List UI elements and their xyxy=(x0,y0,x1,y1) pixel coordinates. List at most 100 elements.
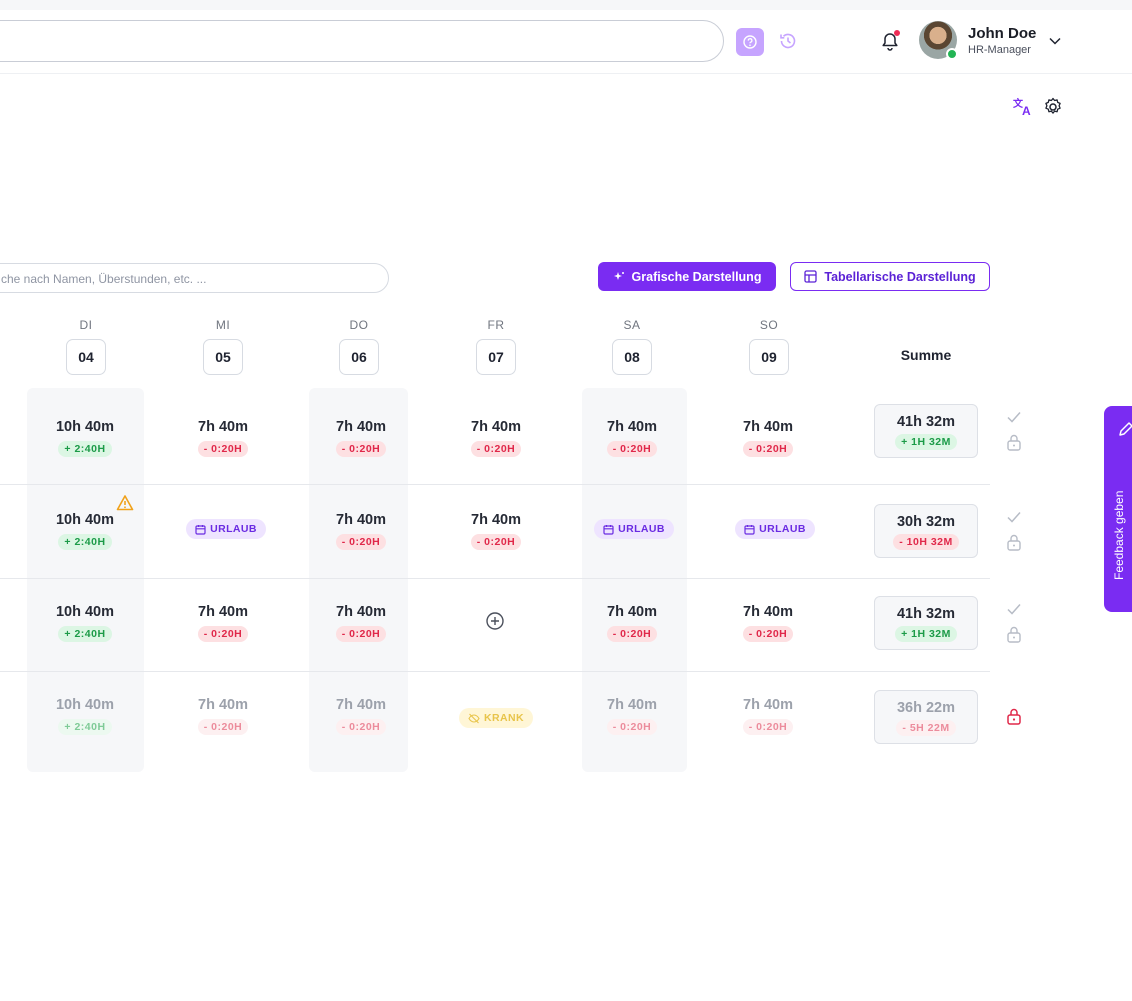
time-cell[interactable]: 7h 40m - 0:20H xyxy=(301,512,421,550)
time-cell: 7h 40m - 0:20H xyxy=(708,697,828,735)
sum-hours: 36h 22m xyxy=(896,700,956,716)
time-cell[interactable]: 7h 40m - 0:20H xyxy=(572,604,692,642)
hours: 7h 40m xyxy=(336,512,386,528)
user-menu-toggle[interactable] xyxy=(1046,32,1064,50)
day-number[interactable]: 07 xyxy=(476,339,516,375)
day-name: DO xyxy=(349,318,369,332)
history-icon xyxy=(780,33,796,49)
user-name[interactable]: John Doe xyxy=(968,25,1036,42)
lock-closed-icon[interactable] xyxy=(1006,707,1022,725)
hours: 7h 40m xyxy=(743,604,793,620)
time-cell[interactable]: 10h 40m + 2:40H xyxy=(25,419,145,457)
delta-badge: - 0:20H xyxy=(335,534,387,550)
hours: 7h 40m xyxy=(336,604,386,620)
time-cell: 10h 40m + 2:40H xyxy=(25,697,145,735)
sum-cell[interactable]: 41h 32m + 1H 32M xyxy=(874,404,978,458)
sum-hours: 41h 32m xyxy=(896,606,956,622)
time-cell[interactable]: 7h 40m - 0:20H xyxy=(436,512,556,550)
row-separator xyxy=(0,484,990,485)
day-number[interactable]: 09 xyxy=(749,339,789,375)
top-strip xyxy=(0,0,1132,10)
sum-cell: 36h 22m - 5H 22M xyxy=(874,690,978,744)
check-icon[interactable] xyxy=(1005,508,1023,526)
delta-badge: + 2:40H xyxy=(58,719,112,735)
check-icon[interactable] xyxy=(1005,600,1023,618)
time-cell[interactable]: 7h 40m - 0:20H xyxy=(436,419,556,457)
time-cell[interactable]: 7h 40m - 0:20H xyxy=(572,419,692,457)
avatar[interactable] xyxy=(919,21,958,60)
delta-badge: - 0:20H xyxy=(742,441,794,457)
time-cell[interactable]: 7h 40m - 0:20H xyxy=(301,419,421,457)
sparkle-icon xyxy=(613,271,624,280)
vacation-cell[interactable]: URLAUB xyxy=(574,519,694,540)
eye-off-icon xyxy=(468,713,480,723)
vacation-tag: URLAUB xyxy=(735,519,815,539)
hours: 7h 40m xyxy=(198,697,248,713)
hours: 7h 40m xyxy=(336,419,386,435)
sick-cell: KRANK xyxy=(436,708,556,729)
sick-label: KRANK xyxy=(484,712,524,724)
delta-badge: - 0:20H xyxy=(197,441,249,457)
hours: 7h 40m xyxy=(607,697,657,713)
day-number[interactable]: 06 xyxy=(339,339,379,375)
settings-icon[interactable] xyxy=(1042,96,1064,118)
history-button[interactable] xyxy=(776,29,800,53)
sum-header: Summe xyxy=(900,347,952,363)
day-header-sa: SA 08 xyxy=(592,318,672,375)
graphic-view-label: Grafische Darstellung xyxy=(631,269,762,284)
hours: 10h 40m xyxy=(55,604,115,620)
day-number[interactable]: 05 xyxy=(203,339,243,375)
delta-badge: - 0:20H xyxy=(335,626,387,642)
table-search-input[interactable]: che nach Namen, Überstunden, etc. ... xyxy=(0,263,389,293)
vacation-label: URLAUB xyxy=(210,523,257,535)
hours: 7h 40m xyxy=(607,604,657,620)
day-header-di: DI 04 xyxy=(46,318,126,375)
time-cell[interactable]: 7h 40m - 0:20H xyxy=(708,419,828,457)
delta-badge: - 0:20H xyxy=(470,534,522,550)
delta-badge: + 2:40H xyxy=(58,534,112,550)
hours: 7h 40m xyxy=(198,419,248,435)
day-header-so: SO 09 xyxy=(729,318,809,375)
graphic-view-button[interactable]: Grafische Darstellung xyxy=(598,262,776,291)
check-icon[interactable] xyxy=(1005,408,1023,426)
vacation-cell[interactable]: URLAUB xyxy=(715,519,835,540)
hours: 7h 40m xyxy=(743,419,793,435)
notifications-button[interactable] xyxy=(878,28,902,54)
day-number[interactable]: 04 xyxy=(66,339,106,375)
sum-delta-badge: + 1H 32M xyxy=(895,626,957,642)
svg-text:A: A xyxy=(1022,104,1031,118)
warning-icon[interactable] xyxy=(116,494,134,512)
delta-badge: - 0:20H xyxy=(606,441,658,457)
time-cell[interactable]: 7h 40m - 0:20H xyxy=(708,604,828,642)
add-entry-icon[interactable] xyxy=(485,611,505,631)
time-cell[interactable]: 10h 40m + 2:40H xyxy=(25,512,145,550)
translate-icon[interactable]: 文 A xyxy=(1012,96,1034,118)
time-cell[interactable]: 7h 40m - 0:20H xyxy=(301,604,421,642)
lock-open-icon[interactable] xyxy=(1006,533,1022,551)
day-number[interactable]: 08 xyxy=(612,339,652,375)
day-name: SO xyxy=(759,318,779,332)
table-view-button[interactable]: Tabellarische Darstellung xyxy=(790,262,990,291)
chevron-down-icon xyxy=(1049,37,1061,45)
lock-open-icon[interactable] xyxy=(1006,433,1022,451)
vacation-cell[interactable]: URLAUB xyxy=(166,519,286,540)
delta-badge: - 0:20H xyxy=(470,441,522,457)
vacation-label: URLAUB xyxy=(618,523,665,535)
pencil-icon xyxy=(1119,422,1132,436)
time-cell[interactable]: 7h 40m - 0:20H xyxy=(163,604,283,642)
user-role: HR-Manager xyxy=(968,44,1031,56)
hours: 7h 40m xyxy=(743,697,793,713)
sum-cell[interactable]: 41h 32m + 1H 32M xyxy=(874,596,978,650)
hours: 7h 40m xyxy=(336,697,386,713)
time-cell[interactable]: 7h 40m - 0:20H xyxy=(163,419,283,457)
hours: 10h 40m xyxy=(55,512,115,528)
calendar-icon xyxy=(744,524,755,535)
global-search-input[interactable] xyxy=(0,20,724,62)
online-status-dot xyxy=(946,48,958,60)
time-cell[interactable]: 10h 40m + 2:40H xyxy=(25,604,145,642)
help-button[interactable] xyxy=(736,28,764,56)
lock-open-icon[interactable] xyxy=(1006,625,1022,643)
sum-hours: 41h 32m xyxy=(896,414,956,430)
sum-cell[interactable]: 30h 32m - 10H 32M xyxy=(874,504,978,558)
delta-badge: - 0:20H xyxy=(606,626,658,642)
